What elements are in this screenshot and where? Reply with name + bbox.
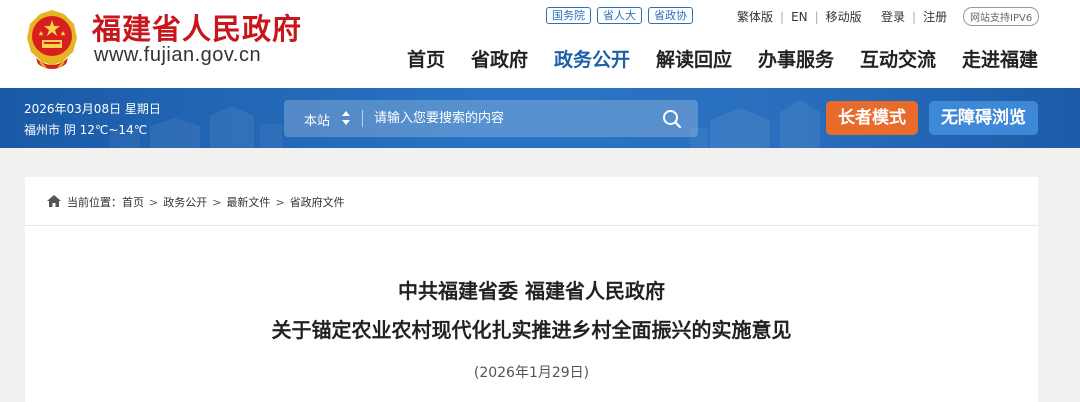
home-icon — [47, 194, 61, 210]
divider: | — [814, 9, 819, 24]
article-card: 当前位置： 首页 > 政务公开 > 最新文件 > 省政府文件 中共福建省委 福建… — [25, 177, 1038, 402]
register-link[interactable]: 注册 — [923, 8, 947, 25]
link-english[interactable]: EN — [791, 10, 808, 24]
weather-display: 福州市 阴 12℃~14℃ — [24, 123, 148, 137]
link-shengzhengxie[interactable]: 省政协 — [648, 7, 693, 24]
divider: | — [912, 9, 917, 24]
nav-home[interactable]: 首页 — [407, 45, 445, 72]
breadcrumb-separator: > — [149, 195, 159, 209]
link-mobile[interactable]: 移动版 — [826, 8, 862, 25]
article-title-line1: 中共福建省委 福建省人民政府 — [398, 279, 665, 303]
nav-government-affairs[interactable]: 政务公开 — [554, 45, 630, 72]
national-emblem-icon[interactable] — [22, 6, 82, 74]
account-links: 登录 | 注册 — [881, 8, 947, 25]
search-scope-select[interactable]: 本站 — [304, 110, 330, 129]
nav-about-fujian[interactable]: 走进福建 — [962, 45, 1038, 72]
date-display: 2026年03月08日 星期日 — [24, 102, 161, 116]
language-links: 繁体版 | EN | 移动版 — [737, 8, 862, 25]
breadcrumb-government-affairs[interactable]: 政务公开 — [163, 194, 207, 210]
search-bar: 本站 — [284, 100, 698, 137]
breadcrumb-latest-files[interactable]: 最新文件 — [226, 194, 270, 210]
accessible-mode-button[interactable]: 无障碍浏览 — [929, 101, 1038, 135]
banner: 2026年03月08日 星期日 福州市 阴 12℃~14℃ 本站 长者模式 无障… — [0, 88, 1080, 148]
nav-services[interactable]: 办事服务 — [758, 45, 834, 72]
nav-provincial-government[interactable]: 省政府 — [471, 45, 528, 72]
site-header: 福建省人民政府 www.fujian.gov.cn 国务院 省人大 省政协 繁体… — [0, 0, 1080, 88]
sort-arrows-icon[interactable] — [341, 110, 351, 130]
elder-mode-button[interactable]: 长者模式 — [826, 101, 918, 135]
site-name[interactable]: 福建省人民政府 — [92, 6, 302, 48]
divider — [25, 225, 1038, 226]
search-icon[interactable] — [662, 109, 682, 129]
link-shengrenda[interactable]: 省人大 — [597, 7, 642, 24]
breadcrumb-home[interactable]: 首页 — [122, 194, 144, 210]
breadcrumb-separator: > — [275, 195, 285, 209]
breadcrumb-separator: > — [212, 195, 222, 209]
article-date: (2026年1月29日) — [473, 365, 590, 381]
breadcrumb-provincial-files[interactable]: 省政府文件 — [290, 194, 345, 210]
breadcrumb: 当前位置： 首页 > 政务公开 > 最新文件 > 省政府文件 — [47, 194, 345, 210]
divider: | — [780, 9, 785, 24]
link-guowuyuan[interactable]: 国务院 — [546, 7, 591, 24]
breadcrumb-prefix: 当前位置： — [67, 196, 122, 209]
link-traditional[interactable]: 繁体版 — [737, 8, 773, 25]
nav-interaction[interactable]: 互动交流 — [860, 45, 936, 72]
top-links: 国务院 省人大 省政协 — [546, 7, 693, 24]
site-url[interactable]: www.fujian.gov.cn — [94, 44, 261, 67]
search-input[interactable] — [374, 107, 644, 130]
nav-interpretation[interactable]: 解读回应 — [656, 45, 732, 72]
ipv6-badge: 网站支持IPV6 — [963, 7, 1040, 26]
article-title-line2: 关于锚定农业农村现代化扎实推进乡村全面振兴的实施意见 — [271, 318, 792, 342]
search-divider — [362, 110, 363, 127]
login-link[interactable]: 登录 — [881, 8, 905, 25]
